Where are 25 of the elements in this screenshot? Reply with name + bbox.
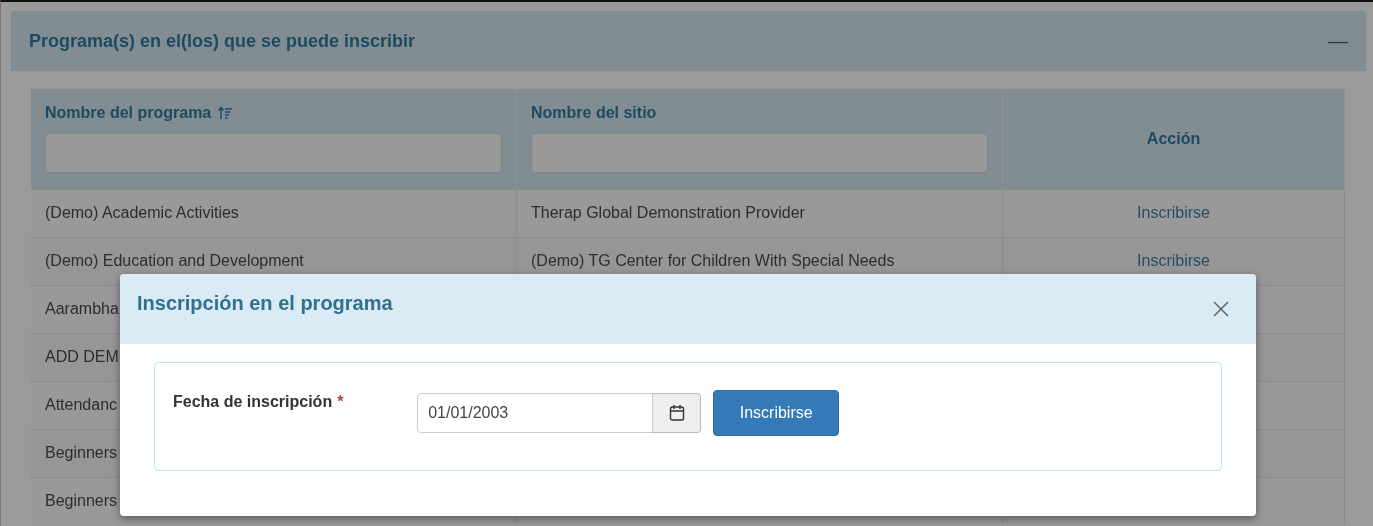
site-name: (Demo) TG Center for Children With Special Needs xyxy=(531,252,895,269)
program-name: Attendanc xyxy=(45,396,118,413)
enroll-link[interactable]: Inscribirse xyxy=(1137,204,1210,221)
program-name: Beginners xyxy=(45,444,118,461)
enroll-link[interactable]: Inscribirse xyxy=(1137,252,1210,269)
close-icon[interactable] xyxy=(1213,301,1229,317)
program-name: (Demo) Education and Development xyxy=(45,252,304,269)
dialog-title: Inscripción en el programa xyxy=(137,291,393,315)
column-title: Acción xyxy=(1146,129,1201,148)
sort-icon[interactable] xyxy=(217,106,234,120)
column-title[interactable]: Nombre del programa xyxy=(45,104,212,122)
enroll-button[interactable]: Inscribirse xyxy=(713,390,840,436)
field-label: Fecha de inscripción xyxy=(173,393,333,411)
collapse-button[interactable]: — xyxy=(1328,29,1348,53)
calendar-icon xyxy=(668,404,685,422)
program-name: Beginners xyxy=(45,492,118,510)
required-marker: * xyxy=(337,393,345,411)
date-field[interactable]: 01/01/2003 xyxy=(417,393,654,433)
column-title[interactable]: Nombre del sitio xyxy=(531,104,657,122)
program-name: ADD DEM xyxy=(45,348,119,365)
program-name: (Demo) Academic Activities xyxy=(45,204,239,221)
panel-title: Programa(s) en el(los) que se puede inscribir xyxy=(29,30,416,52)
calendar-button[interactable] xyxy=(653,393,702,433)
site-name: Therap Global Demonstration Provider xyxy=(531,204,805,221)
program-name: Aarambha xyxy=(45,300,119,317)
